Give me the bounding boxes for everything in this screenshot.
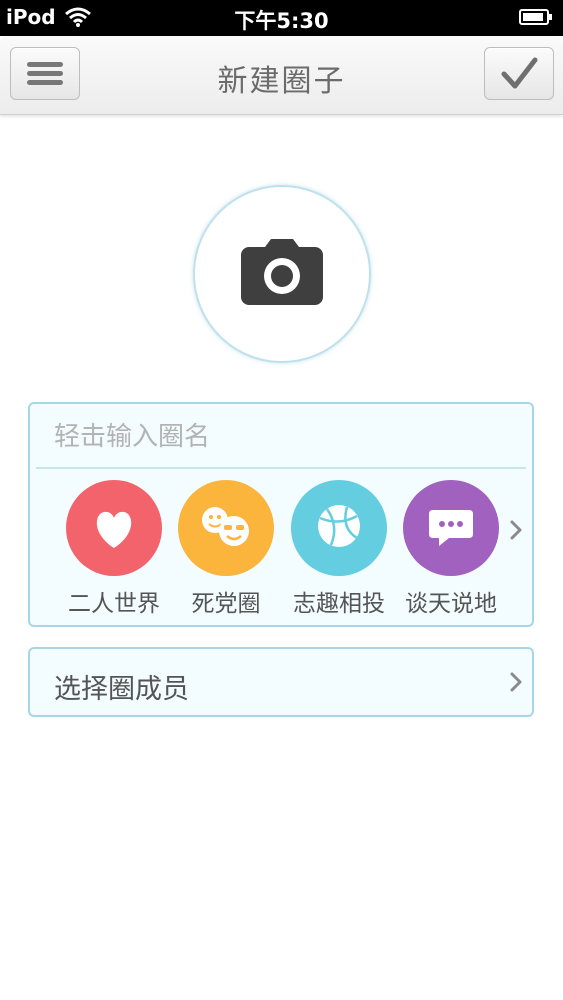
circle-name-input[interactable] bbox=[36, 408, 524, 466]
status-bar: iPod 下午5:30 bbox=[0, 0, 563, 36]
smiley-faces-icon bbox=[202, 507, 249, 546]
heart-icon bbox=[96, 511, 132, 548]
camera-icon bbox=[241, 239, 323, 305]
category-chat-label: 谈天说地 bbox=[405, 591, 497, 617]
battery-icon bbox=[519, 9, 552, 25]
chat-bubble-icon bbox=[429, 510, 473, 546]
category-couple[interactable]: 二人世界 bbox=[58, 480, 170, 620]
done-button[interactable] bbox=[484, 47, 554, 100]
circle-photo-button[interactable] bbox=[193, 185, 371, 363]
select-members-row[interactable]: 选择圈成员 bbox=[28, 647, 534, 717]
category-couple-label: 二人世界 bbox=[68, 591, 160, 617]
select-members-label: 选择圈成员 bbox=[54, 674, 189, 705]
category-besties[interactable]: 死党圈 bbox=[170, 480, 282, 620]
basketball-icon bbox=[318, 505, 360, 547]
category-chat-circle bbox=[403, 480, 499, 576]
category-couple-circle bbox=[66, 480, 162, 576]
status-time: 下午5:30 bbox=[234, 9, 329, 33]
category-interests-circle bbox=[291, 480, 387, 576]
category-interests-label: 志趣相投 bbox=[293, 591, 385, 617]
chevron-right-icon[interactable] bbox=[509, 519, 523, 541]
circle-name-card: 二人世界 死党圈 志趣相投 bbox=[28, 402, 534, 627]
page-title: 新建圈子 bbox=[217, 64, 346, 99]
category-besties-label: 死党圈 bbox=[191, 591, 261, 617]
category-interests[interactable]: 志趣相投 bbox=[283, 480, 395, 620]
divider bbox=[36, 467, 526, 469]
checkmark-icon bbox=[501, 57, 538, 89]
nav-bar: 新建圈子 bbox=[0, 36, 563, 115]
chevron-right-icon bbox=[510, 672, 522, 692]
category-besties-circle bbox=[178, 480, 274, 576]
category-chat[interactable]: 谈天说地 bbox=[395, 480, 507, 620]
